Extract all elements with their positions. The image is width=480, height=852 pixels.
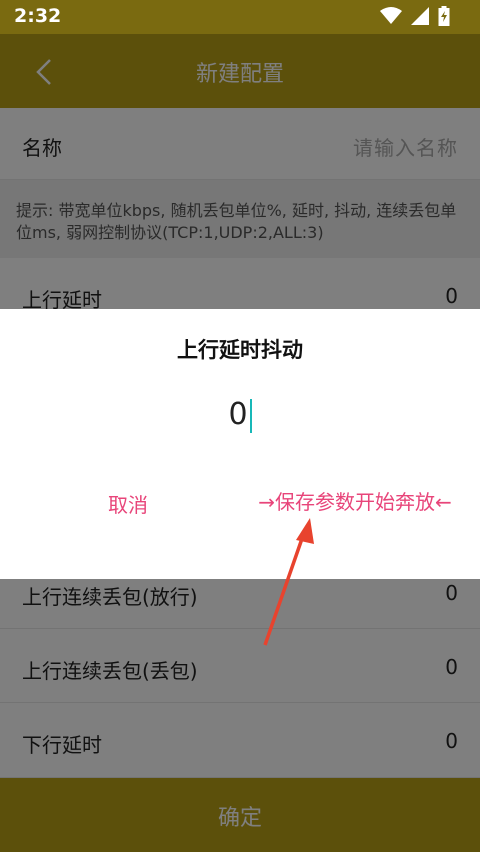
- status-icons: [380, 6, 450, 26]
- save-button[interactable]: →保存参数开始奔放←: [255, 489, 455, 515]
- text-caret: [249, 398, 252, 433]
- status-time: 2:32: [14, 5, 62, 27]
- wifi-icon: [380, 7, 402, 24]
- edit-dialog: 上行延时抖动 0 取消 →保存参数开始奔放←: [0, 309, 480, 579]
- battery-icon: [438, 6, 450, 26]
- status-bar: 2:32: [0, 0, 480, 34]
- cancel-button[interactable]: 取消: [108, 489, 148, 518]
- dialog-input[interactable]: 0: [0, 397, 480, 437]
- signal-icon: [411, 7, 429, 25]
- dialog-title: 上行延时抖动: [177, 338, 303, 362]
- dialog-input-value: 0: [228, 397, 248, 432]
